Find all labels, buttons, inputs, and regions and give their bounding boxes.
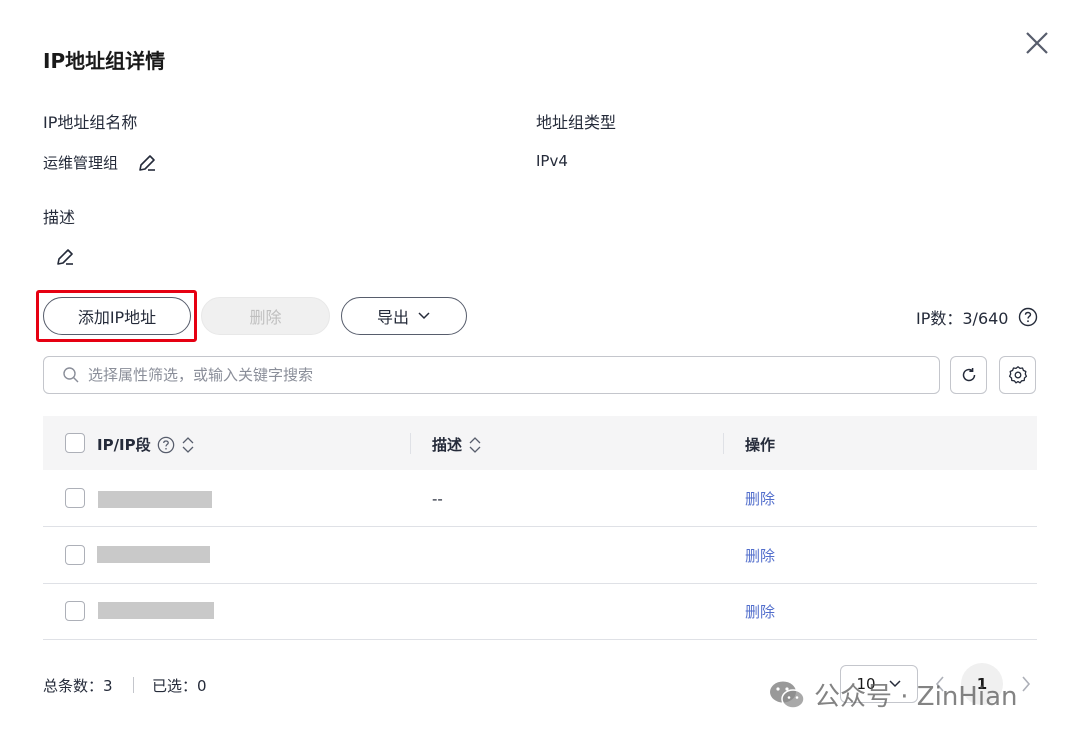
help-icon[interactable] — [157, 436, 175, 454]
ip-redacted — [98, 602, 214, 619]
refresh-icon — [962, 368, 975, 382]
col-action: 操作 — [745, 434, 775, 455]
desc-label: 描述 — [43, 208, 76, 227]
table-row: 删除 — [43, 528, 1037, 584]
total-count: 总条数：3 — [43, 677, 113, 695]
delete-button[interactable]: 删除 — [201, 297, 330, 335]
row-delete-link[interactable]: 删除 — [745, 601, 775, 622]
chevron-down-icon — [418, 312, 430, 320]
dialog-title: IP地址组详情 — [43, 49, 166, 73]
search-input[interactable] — [88, 366, 908, 384]
refresh-button[interactable] — [950, 356, 987, 394]
footer-divider — [133, 677, 134, 693]
edit-name-icon[interactable] — [136, 152, 158, 174]
col-ip: IP/IP段 — [97, 434, 195, 455]
column-divider — [410, 433, 411, 454]
settings-button[interactable] — [999, 356, 1036, 394]
watermark-text: 公众号 · ZinHian — [814, 682, 1018, 712]
export-label: 导出 — [376, 308, 409, 327]
type-value: IPv4 — [536, 152, 568, 170]
edit-desc-icon[interactable] — [54, 246, 76, 268]
search-box[interactable] — [43, 356, 940, 394]
row-checkbox[interactable] — [65, 488, 85, 508]
type-label: 地址组类型 — [536, 113, 617, 132]
add-ip-label: 添加IP地址 — [77, 308, 157, 327]
sort-icon[interactable] — [468, 435, 482, 455]
row-delete-link[interactable]: 删除 — [745, 545, 775, 566]
table-row: -- 删除 — [43, 471, 1037, 527]
selected-count: 已选：0 — [152, 677, 207, 695]
column-divider — [723, 433, 724, 454]
gear-icon — [1008, 366, 1027, 384]
help-icon[interactable] — [1018, 307, 1038, 327]
name-value: 运维管理组 — [43, 154, 119, 172]
select-all-checkbox[interactable] — [65, 433, 85, 453]
search-icon — [63, 367, 79, 383]
delete-label: 删除 — [249, 308, 282, 327]
col-desc-label: 描述 — [432, 436, 463, 454]
row-delete-link[interactable]: 删除 — [745, 488, 775, 509]
row-desc: -- — [432, 490, 443, 508]
col-desc: 描述 — [432, 434, 482, 455]
ip-redacted — [98, 491, 212, 508]
ip-count: IP数：3/640 — [916, 305, 1038, 329]
name-label: IP地址组名称 — [43, 113, 138, 132]
close-icon[interactable] — [1024, 30, 1050, 56]
export-button[interactable]: 导出 — [341, 297, 467, 335]
add-ip-button[interactable]: 添加IP地址 — [43, 297, 191, 335]
table-row: 删除 — [43, 584, 1037, 640]
ip-count-text: IP数：3/640 — [916, 309, 1009, 328]
table-header: IP/IP段 描述 操作 — [43, 416, 1037, 470]
row-checkbox[interactable] — [65, 545, 85, 565]
col-ip-label: IP/IP段 — [97, 436, 151, 454]
next-page-icon[interactable] — [1020, 674, 1032, 694]
sort-icon[interactable] — [181, 435, 195, 455]
col-action-label: 操作 — [745, 436, 776, 454]
wechat-icon — [770, 681, 805, 709]
watermark: 公众号 · ZinHian — [768, 676, 1018, 713]
row-checkbox[interactable] — [65, 601, 85, 621]
ip-redacted — [97, 546, 210, 563]
